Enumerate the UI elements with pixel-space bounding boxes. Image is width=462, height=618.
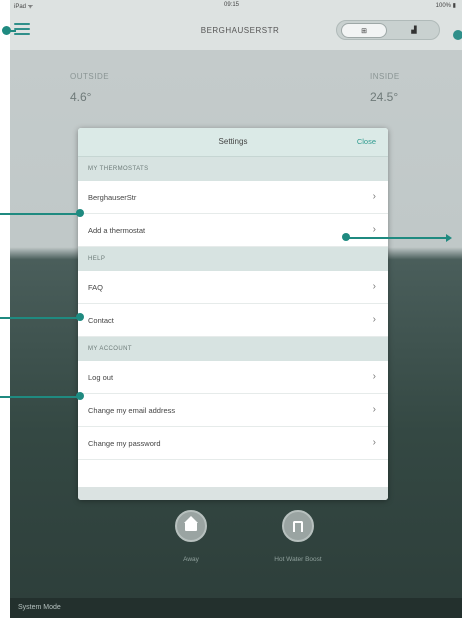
row-label: FAQ — [88, 283, 104, 292]
close-button[interactable]: Close — [357, 137, 376, 146]
row-label: Add a thermostat — [88, 226, 146, 235]
inside-label: INSIDE — [370, 72, 400, 81]
row-label: Change my password — [88, 439, 161, 448]
callout-dot — [76, 209, 84, 217]
status-dot-icon — [453, 30, 462, 40]
chevron-right-icon: › — [372, 281, 376, 292]
chart-view-icon[interactable]: ▟ — [393, 23, 435, 38]
location-title: BERGHAUSERSTR — [200, 26, 280, 35]
contact-row[interactable]: Contact › — [78, 304, 388, 337]
faq-row[interactable]: FAQ › — [78, 271, 388, 304]
chevron-right-icon: › — [372, 224, 376, 235]
callout-arrow-icon — [446, 234, 452, 242]
chevron-right-icon: › — [372, 191, 376, 202]
row-label: Log out — [88, 373, 114, 382]
log-out-row[interactable]: Log out › — [78, 361, 388, 394]
away-house-icon[interactable] — [175, 510, 207, 542]
add-thermostat-row[interactable]: Add a thermostat › — [78, 214, 388, 247]
system-mode-bar[interactable]: System Mode — [10, 598, 462, 618]
row-label: Contact — [88, 316, 114, 325]
callout-line — [348, 237, 448, 239]
chevron-right-icon: › — [372, 314, 376, 325]
chevron-right-icon: › — [372, 437, 376, 448]
status-bar: iPad ᯤ 09:15 100% ▮ — [10, 0, 462, 12]
callout-dot — [76, 392, 84, 400]
hamburger-menu-icon[interactable] — [14, 23, 30, 37]
away-control[interactable]: Away — [166, 510, 216, 563]
inside-temperature: 24.5° — [370, 90, 399, 104]
thermostat-row[interactable]: BerghauserStr › — [78, 181, 388, 214]
outside-label: OUTSIDE — [70, 72, 110, 81]
settings-modal: Settings Close MY THERMOSTATS Berghauser… — [78, 128, 388, 500]
chevron-right-icon: › — [372, 371, 376, 382]
chevron-right-icon: › — [372, 404, 376, 415]
away-label: Away — [183, 556, 199, 563]
callout-line — [0, 213, 80, 215]
modal-footer — [78, 487, 388, 500]
clock-label: 09:15 — [224, 2, 240, 8]
change-password-row[interactable]: Change my password › — [78, 427, 388, 460]
callout-line — [0, 396, 80, 398]
app-screen: iPad ᯤ 09:15 100% ▮ BERGHAUSERSTR ⊞ ▟ OU… — [10, 0, 462, 618]
battery-label: 100% ▮ — [435, 3, 456, 9]
section-my-thermostats: MY THERMOSTATS — [78, 157, 388, 181]
section-help: HELP — [78, 247, 388, 271]
row-label: BerghauserStr — [88, 193, 137, 202]
section-my-account: MY ACCOUNT — [78, 337, 388, 361]
callout-line — [0, 317, 80, 319]
change-email-row[interactable]: Change my email address › — [78, 394, 388, 427]
row-label: Change my email address — [88, 406, 176, 415]
outside-temperature: 4.6° — [70, 90, 92, 104]
view-toggle[interactable]: ⊞ ▟ — [336, 20, 440, 40]
settings-title: Settings — [218, 137, 248, 146]
system-mode-label: System Mode — [18, 604, 61, 611]
callout-dot — [76, 313, 84, 321]
grid-view-icon[interactable]: ⊞ — [341, 23, 387, 38]
carrier-label: iPad ᯤ — [14, 4, 34, 10]
callout-line — [6, 30, 16, 32]
settings-header: Settings Close — [78, 128, 388, 157]
hot-water-label: Hot Water Boost — [274, 556, 322, 563]
hot-water-tap-icon[interactable] — [282, 510, 314, 542]
hot-water-control[interactable]: Hot Water Boost — [250, 510, 346, 563]
top-bar: BERGHAUSERSTR ⊞ ▟ — [10, 12, 462, 50]
